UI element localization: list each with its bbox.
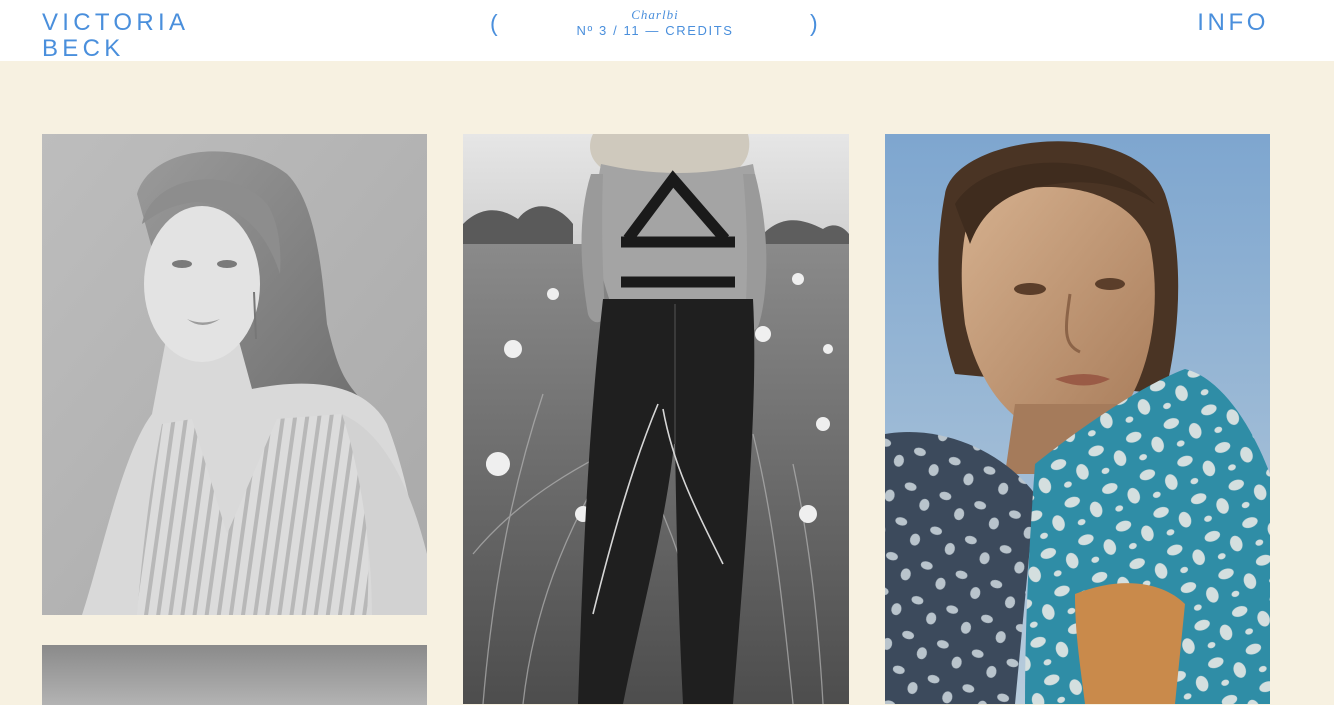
- gallery-image-portrait-striped-top[interactable]: [42, 134, 427, 615]
- credits-link[interactable]: CREDITS: [665, 23, 733, 38]
- info-link[interactable]: INFO: [1197, 10, 1269, 36]
- logo-line-1: VICTORIA: [42, 9, 190, 36]
- project-navigator: ( Charlbi Nº 3 / 11 — CREDITS ): [488, 0, 822, 46]
- blanket-portrait-photo: [885, 134, 1270, 704]
- site-logo[interactable]: VICTORIA BECK: [42, 10, 189, 62]
- gallery-image-woman-in-field[interactable]: [463, 134, 849, 704]
- next-project-button[interactable]: ): [810, 10, 818, 36]
- logo-line-2: BECK: [42, 35, 125, 62]
- partial-photo: [42, 645, 427, 705]
- project-index: Nº 3 / 11: [576, 23, 641, 38]
- portrait-photo: [42, 134, 427, 615]
- previous-project-button[interactable]: (: [490, 10, 498, 36]
- field-photo: [463, 134, 849, 704]
- meta-separator: —: [645, 23, 661, 38]
- project-title: Charlbi: [631, 7, 679, 22]
- gallery-image-partial[interactable]: [42, 645, 427, 705]
- project-meta: Nº 3 / 11 — CREDITS: [528, 24, 782, 38]
- site-header: VICTORIA BECK ( Charlbi Nº 3 / 11 — CRED…: [0, 0, 1334, 62]
- gallery-image-portrait-blue-blanket[interactable]: [885, 134, 1270, 704]
